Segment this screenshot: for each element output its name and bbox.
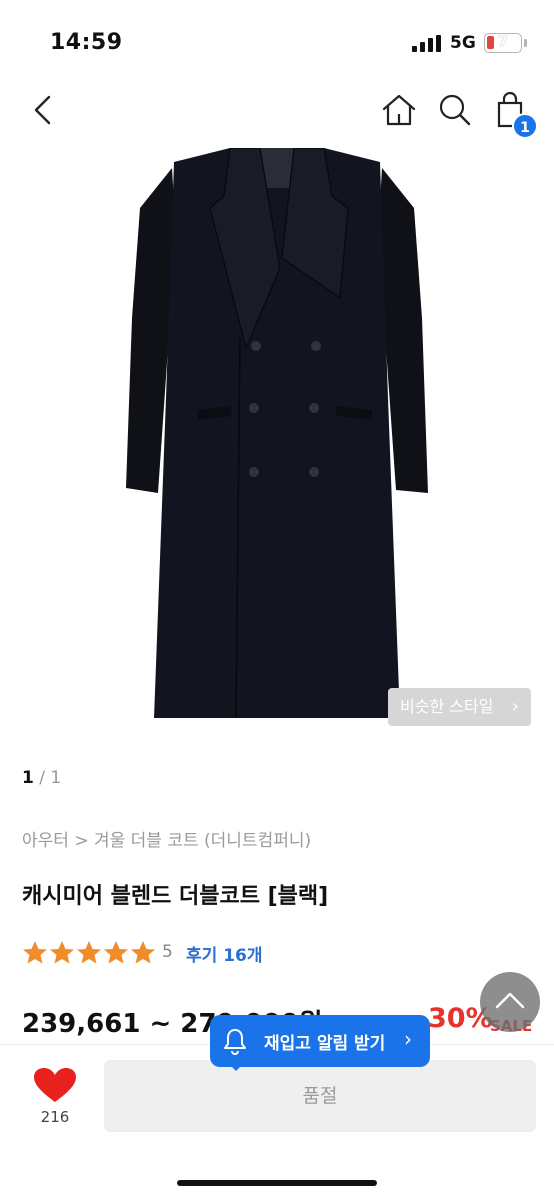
like-count: 216: [40, 1108, 70, 1126]
battery-cap: [524, 39, 527, 47]
product-image[interactable]: [110, 147, 444, 723]
search-icon: [439, 94, 471, 126]
pager-total: 1: [50, 768, 62, 788]
star-icon: [77, 941, 101, 964]
search-button[interactable]: [434, 88, 476, 132]
status-bar: 14:59 5G 7: [0, 0, 554, 80]
star-icon: [23, 941, 47, 964]
restock-alert-button[interactable]: 재입고 알림 받기 ›: [210, 1015, 430, 1067]
heart-icon: [34, 1068, 76, 1102]
rating-score: 5: [162, 942, 173, 962]
similar-style-button[interactable]: 비슷한 스타일 ›: [388, 688, 531, 726]
network-type: 5G: [450, 33, 476, 53]
product-title: 캐시미어 블렌드 더블코트 [블랙]: [22, 884, 329, 909]
status-time: 14:59: [50, 30, 123, 55]
image-pager: 1 / 1: [22, 768, 61, 788]
coat-image: [126, 147, 428, 719]
back-button[interactable]: [22, 88, 66, 132]
tooltip-pointer: [228, 1063, 244, 1071]
star-icon: [131, 941, 155, 964]
bell-icon: [224, 1029, 246, 1055]
chevron-right-icon: ›: [511, 696, 519, 717]
similar-style-label: 비슷한 스타일: [400, 697, 494, 716]
scroll-top-button[interactable]: [480, 972, 540, 1032]
home-icon: [382, 94, 416, 126]
home-button[interactable]: [378, 88, 420, 132]
review-count-link[interactable]: 후기 16개: [186, 941, 263, 966]
breadcrumb[interactable]: 아우터 > 겨울 더블 코트 (더니트컴퍼니): [22, 826, 311, 851]
restock-label: 재입고 알림 받기: [264, 1034, 386, 1054]
chevron-left-icon: [34, 95, 51, 125]
chevron-right-icon: ›: [404, 1027, 412, 1051]
cart-count-badge: 1: [512, 113, 538, 139]
soldout-button[interactable]: 품절: [104, 1060, 536, 1132]
pager-separator: /: [33, 768, 51, 788]
home-indicator: [177, 1180, 377, 1186]
pager-current: 1: [22, 768, 34, 788]
signal-icon: [412, 35, 442, 52]
star-icon: [50, 941, 74, 964]
battery-icon: 7: [484, 33, 522, 53]
star-icon: [104, 941, 128, 964]
chevron-up-icon: [495, 992, 525, 1009]
battery-level: 7: [498, 34, 508, 50]
star-rating: [23, 941, 155, 964]
